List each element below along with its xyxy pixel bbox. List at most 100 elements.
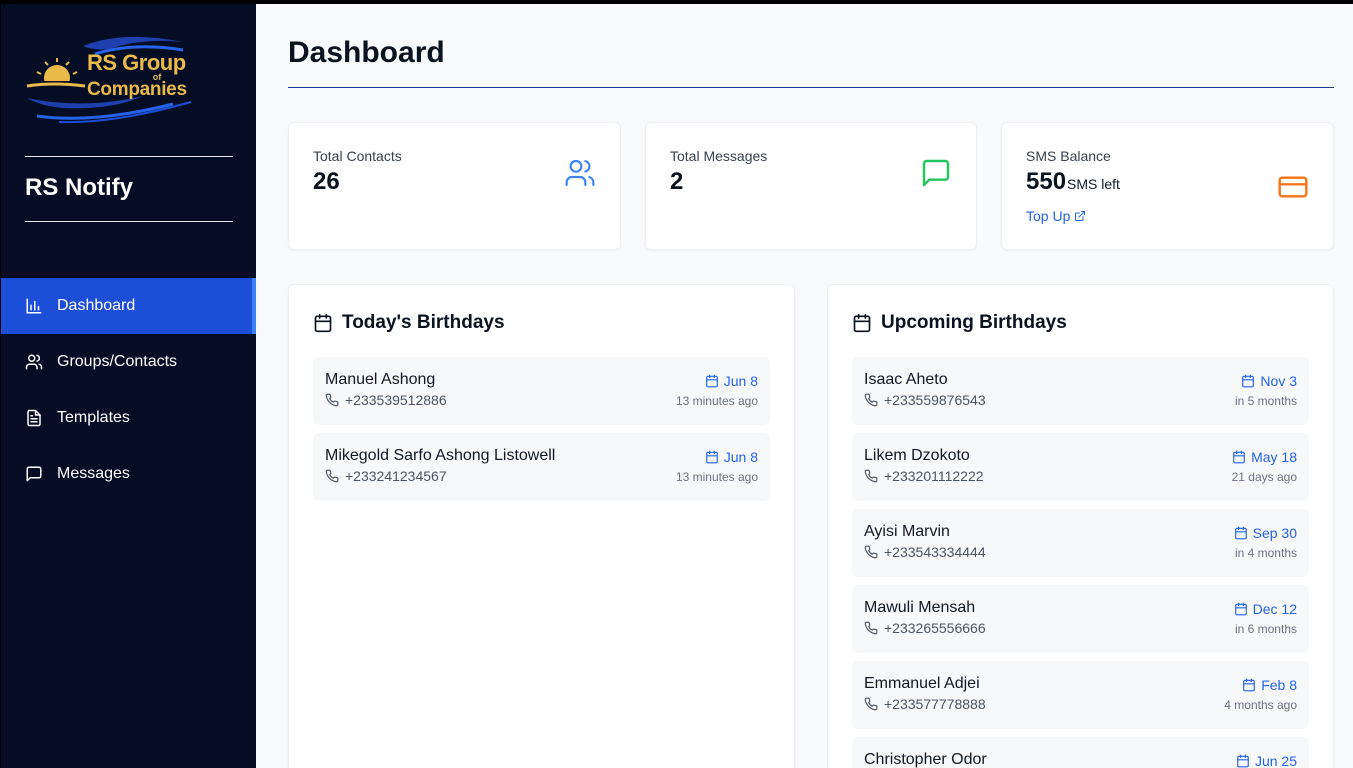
- sidebar-item-label: Dashboard: [57, 297, 136, 314]
- credit-card-icon: [1278, 176, 1308, 198]
- logo-line-3: Companies: [87, 79, 187, 100]
- birthday-date: May 18: [1232, 449, 1297, 465]
- phone-number: +233559876543: [884, 392, 986, 408]
- contact-name: Isaac Aheto: [864, 371, 948, 388]
- birthday-date: Nov 3: [1241, 373, 1297, 389]
- contact-phone: +233265556666: [864, 620, 1297, 636]
- birthday-item[interactable]: Likem Dzokoto +233201112222 May 18 21 da…: [852, 433, 1309, 501]
- calendar-icon: [1234, 602, 1247, 616]
- phone-icon: [864, 393, 878, 407]
- main-content: Dashboard Total Contacts 26 Total Messag…: [256, 4, 1353, 768]
- external-link-icon: [1075, 211, 1086, 221]
- stat-value: 26: [313, 168, 340, 195]
- relative-time: 21 days ago: [1231, 470, 1297, 484]
- sidebar-item-label: Messages: [57, 465, 130, 482]
- birthday-item[interactable]: Isaac Aheto +233559876543 Nov 3 in 5 mon…: [852, 357, 1309, 425]
- stat-card-sms-balance: SMS Balance 550 SMS left Top Up: [1001, 122, 1334, 250]
- birthday-date: Jun 8: [705, 373, 758, 389]
- birthday-item[interactable]: Emmanuel Adjei +233577778888 Feb 8 4 mon…: [852, 661, 1309, 729]
- message-square-icon: [922, 159, 950, 187]
- panel-title: Today's Birthdays: [313, 309, 770, 337]
- phone-number: +233201112222: [884, 468, 984, 484]
- calendar-icon: [314, 313, 332, 333]
- date-text: May 18: [1251, 449, 1297, 465]
- phone-number: +233543334444: [884, 544, 986, 560]
- sidebar-item-label: Templates: [57, 409, 130, 426]
- date-text: Feb 8: [1261, 677, 1297, 693]
- todays-birthdays-panel: Today's Birthdays Manuel Ashong +2335395…: [288, 284, 795, 768]
- users-icon: [565, 159, 595, 187]
- phone-icon: [864, 621, 878, 635]
- birthday-item[interactable]: Mikegold Sarfo Ashong Listowell +2332412…: [313, 433, 770, 501]
- birthday-date-block: Jun 8 13 minutes ago: [676, 449, 758, 484]
- date-text: Jun 25: [1254, 753, 1297, 768]
- stat-suffix: SMS left: [1067, 176, 1120, 192]
- birthday-list: Isaac Aheto +233559876543 Nov 3 in 5 mon…: [852, 357, 1309, 768]
- logo-text: RS Group of Companies: [87, 52, 187, 100]
- phone-number: +233577778888: [884, 696, 986, 712]
- contact-phone: +233543334444: [864, 544, 1297, 560]
- relative-time: 4 months ago: [1224, 698, 1297, 712]
- stat-value: 550: [1026, 168, 1067, 195]
- date-text: Sep 30: [1252, 525, 1297, 541]
- stat-value: 2: [670, 168, 684, 195]
- calendar-icon: [705, 374, 718, 388]
- birthday-date-block: May 18 21 days ago: [1232, 449, 1297, 484]
- phone-icon: [864, 469, 878, 483]
- sidebar-item-groups-contacts[interactable]: Groups/Contacts: [1, 334, 256, 390]
- birthday-date-block: Jun 25: [1236, 753, 1297, 768]
- birthday-item[interactable]: Mawuli Mensah +233265556666 Dec 12 in 6 …: [852, 585, 1309, 653]
- panel-title-text: Today's Birthdays: [342, 312, 505, 333]
- app-name: RS Notify: [25, 174, 133, 201]
- relative-time: in 4 months: [1234, 546, 1297, 560]
- birthday-date-block: Dec 12 in 6 months: [1234, 601, 1297, 636]
- users-icon: [25, 354, 43, 370]
- date-text: Jun 8: [723, 373, 758, 389]
- calendar-icon: [1234, 526, 1247, 540]
- stat-card-messages: Total Messages 2: [645, 122, 977, 250]
- contact-phone: +233559876543: [864, 392, 1297, 408]
- app-window: RS Group of Companies RS Notify Dashboar…: [0, 4, 1353, 768]
- calendar-icon: [1242, 374, 1255, 388]
- sidebar-divider-top: [25, 156, 233, 157]
- sidebar-divider-bottom: [25, 221, 233, 222]
- phone-number: +233241234567: [345, 468, 447, 484]
- bar-chart-icon: [26, 298, 42, 314]
- birthday-item[interactable]: Christopher Odor Jun 25: [852, 737, 1309, 768]
- top-up-link[interactable]: Top Up: [1026, 208, 1086, 224]
- birthday-date-block: Nov 3 in 5 months: [1235, 373, 1297, 408]
- sidebar-item-label: Groups/Contacts: [57, 353, 178, 370]
- message-square-icon: [26, 466, 42, 482]
- sidebar-item-messages[interactable]: Messages: [1, 446, 256, 502]
- date-text: Dec 12: [1252, 601, 1297, 617]
- contact-name: Christopher Odor: [864, 751, 987, 768]
- birthday-date: Sep 30: [1234, 525, 1297, 541]
- phone-icon: [864, 545, 878, 559]
- birthday-item[interactable]: Manuel Ashong +233539512886 Jun 8 13 min…: [313, 357, 770, 425]
- panel-title: Upcoming Birthdays: [852, 309, 1309, 337]
- birthday-date-block: Sep 30 in 4 months: [1234, 525, 1297, 560]
- birthday-date-block: Feb 8 4 months ago: [1224, 677, 1297, 712]
- stat-label: SMS Balance: [1026, 148, 1111, 164]
- sidebar-item-templates[interactable]: Templates: [1, 390, 256, 446]
- contact-name: Mawuli Mensah: [864, 599, 976, 616]
- sms-balance-row: 550 SMS left: [1026, 168, 1309, 196]
- birthday-item[interactable]: Ayisi Marvin +233543334444 Sep 30 in 4 m…: [852, 509, 1309, 577]
- panel-title-text: Upcoming Birthdays: [881, 312, 1067, 333]
- sidebar-item-dashboard[interactable]: Dashboard: [1, 278, 256, 334]
- company-logo: RS Group of Companies: [23, 32, 195, 124]
- top-up-label: Top Up: [1026, 208, 1071, 224]
- calendar-icon: [1243, 678, 1256, 692]
- sidebar-nav: Dashboard Groups/Contacts Templates Mess…: [1, 278, 256, 502]
- birthday-date: Jun 25: [1236, 753, 1297, 768]
- stat-label: Total Messages: [670, 148, 768, 164]
- relative-time: in 6 months: [1234, 622, 1297, 636]
- file-text-icon: [27, 409, 41, 427]
- phone-number: +233539512886: [345, 392, 447, 408]
- relative-time: 13 minutes ago: [675, 470, 758, 484]
- sidebar: RS Group of Companies RS Notify Dashboar…: [1, 4, 256, 768]
- birthday-list: Manuel Ashong +233539512886 Jun 8 13 min…: [313, 357, 770, 501]
- phone-icon: [325, 393, 339, 407]
- birthday-date: Dec 12: [1234, 601, 1297, 617]
- phone-icon: [864, 697, 878, 711]
